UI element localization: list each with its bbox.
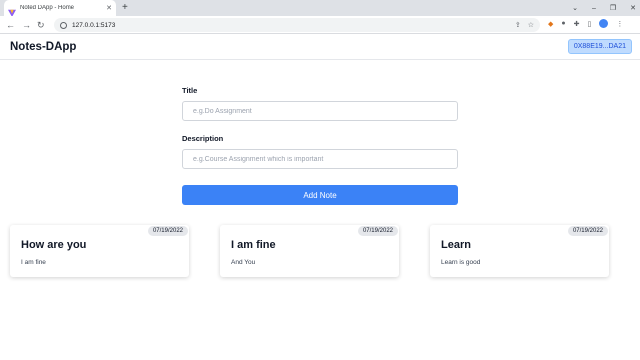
url-text: 127.0.0.1:5173 — [72, 21, 116, 29]
note-card: 07/19/2022 I am fine And You — [220, 225, 399, 277]
site-info-icon[interactable] — [60, 21, 67, 29]
address-bar[interactable]: 127.0.0.1:5173 ⇪ ☆ — [54, 18, 540, 32]
close-window-icon[interactable]: ✕ — [630, 4, 636, 12]
app-header: Notes-DApp 0X88E19...DA21 — [0, 35, 640, 60]
note-title: Learn — [441, 239, 471, 251]
tab-close-icon[interactable]: ✕ — [106, 5, 112, 12]
note-date-badge: 07/19/2022 — [357, 226, 398, 236]
back-icon[interactable]: ← — [6, 19, 15, 31]
restore-icon[interactable]: ❐ — [610, 4, 616, 12]
forward-icon[interactable]: → — [22, 19, 31, 31]
app-brand: Notes-DApp — [10, 41, 77, 53]
tab-title: Noted DApp - Home — [20, 5, 75, 11]
browser-tabbar: Noted DApp - Home ✕ + ⌄ – ❐ ✕ — [0, 0, 640, 17]
title-label: Title — [182, 86, 198, 95]
note-date-badge: 07/19/2022 — [567, 226, 608, 236]
note-description: I am fine — [21, 259, 46, 266]
vite-favicon-icon — [8, 4, 16, 17]
bookmark-star-icon[interactable]: ☆ — [528, 21, 534, 29]
reload-icon[interactable]: ↻ — [37, 19, 45, 31]
new-tab-icon[interactable]: + — [122, 2, 128, 14]
description-input[interactable] — [182, 149, 458, 169]
wallet-address-button[interactable]: 0X88E19...DA21 — [567, 39, 632, 54]
side-panel-icon[interactable]: ▯ — [588, 20, 592, 28]
profile-avatar[interactable] — [599, 19, 609, 28]
add-note-button[interactable]: Add Note — [182, 185, 458, 205]
note-description: And You — [231, 259, 256, 266]
note-date-badge: 07/19/2022 — [147, 226, 188, 236]
window-controls: ⌄ – ❐ ✕ — [572, 0, 636, 16]
share-icon[interactable]: ⇪ — [515, 21, 521, 29]
note-description: Learn is good — [441, 259, 481, 266]
browser-toolbar: ← → ↻ 127.0.0.1:5173 ⇪ ☆ ◆ ● ✚ ▯ ⋮ — [0, 16, 640, 34]
menu-dots-icon[interactable]: ⋮ — [616, 20, 623, 28]
extension-icons: ◆ ● ✚ ▯ ⋮ — [548, 19, 623, 28]
tab-search-icon[interactable]: ⌄ — [572, 4, 578, 12]
extension-icon[interactable]: ● — [561, 20, 565, 27]
minimize-icon[interactable]: – — [592, 5, 596, 12]
add-note-form: Title Description Add Note — [182, 86, 458, 205]
note-title: How are you — [21, 239, 87, 251]
note-card: 07/19/2022 How are you I am fine — [10, 225, 189, 277]
title-input[interactable] — [182, 101, 458, 121]
metamask-icon[interactable]: ◆ — [548, 20, 553, 28]
browser-tab[interactable]: Noted DApp - Home ✕ — [4, 0, 116, 17]
description-label: Description — [182, 134, 224, 143]
note-title: I am fine — [231, 239, 276, 251]
puzzle-icon[interactable]: ✚ — [574, 20, 580, 28]
note-card: 07/19/2022 Learn Learn is good — [430, 225, 609, 277]
